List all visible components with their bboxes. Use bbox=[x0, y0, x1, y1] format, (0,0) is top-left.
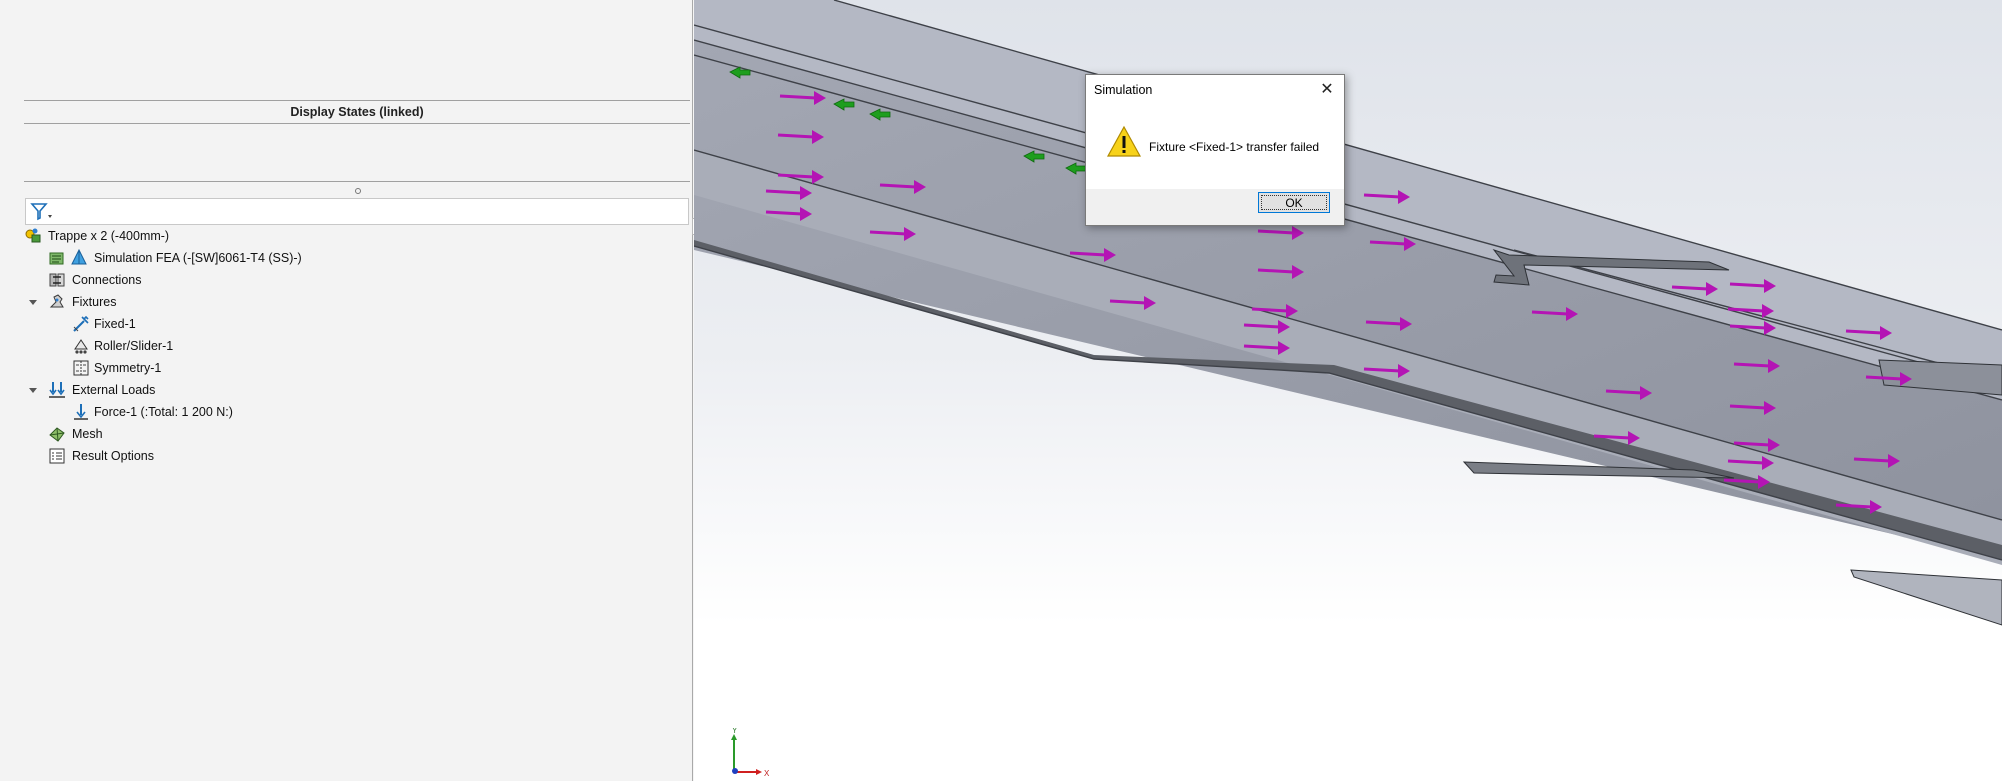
tree-item-root[interactable]: Trappe x 2 (-400mm-) bbox=[24, 226, 324, 246]
roller-slider-icon bbox=[74, 339, 88, 354]
mesh-icon bbox=[49, 427, 65, 442]
tree-filter-bar[interactable] bbox=[25, 198, 689, 225]
filter-icon[interactable] bbox=[30, 202, 54, 222]
divider bbox=[24, 181, 690, 182]
fixtures-icon bbox=[49, 294, 64, 308]
triad-y-label: Y bbox=[732, 728, 738, 735]
tree-item-force-1[interactable]: Force-1 (:Total: 1 200 N:) bbox=[72, 402, 292, 422]
dialog-title: Simulation bbox=[1094, 83, 1153, 97]
tree-item-label: Mesh bbox=[72, 427, 103, 441]
tree-item-symmetry-1[interactable]: Symmetry-1 bbox=[72, 358, 272, 378]
force-icon bbox=[74, 404, 88, 420]
divider bbox=[24, 123, 690, 124]
tree-item-result-options[interactable]: Result Options bbox=[48, 446, 248, 466]
simulation-material-icon bbox=[71, 249, 87, 265]
symmetry-icon bbox=[73, 360, 89, 376]
connections-icon bbox=[49, 273, 65, 287]
tree-item-label: External Loads bbox=[72, 383, 156, 397]
ok-button[interactable]: OK bbox=[1258, 192, 1330, 213]
external-loads-icon bbox=[49, 382, 65, 398]
tree-item-label: Trappe x 2 (-400mm-) bbox=[48, 229, 170, 243]
panel-splitter-handle[interactable] bbox=[355, 188, 361, 194]
triad-x-label: X bbox=[764, 769, 770, 778]
simulation-error-dialog: Simulation ✕ Fixture <Fixed-1> transfer … bbox=[1085, 74, 1345, 226]
dialog-body: Fixture <Fixed-1> transfer failed bbox=[1086, 105, 1344, 189]
tree-item-label: Simulation FEA (-[SW]6061-T4 (SS)-) bbox=[94, 251, 302, 265]
graphics-area[interactable]: Y X bbox=[694, 0, 2002, 781]
tree-item-external-loads[interactable]: External Loads bbox=[48, 380, 248, 400]
display-states-title: Display States (linked) bbox=[290, 105, 424, 119]
tree-item-fixed-1[interactable]: Fixed-1 bbox=[72, 314, 272, 334]
expand-toggle-external-loads[interactable] bbox=[29, 388, 37, 393]
tree-item-mesh[interactable]: Mesh bbox=[48, 424, 248, 444]
tree-item-label: Force-1 (:Total: 1 200 N:) bbox=[94, 405, 233, 419]
tree-item-label: Roller/Slider-1 bbox=[94, 339, 174, 353]
part-assembly-icon bbox=[25, 228, 41, 243]
tree-item-label: Fixtures bbox=[72, 295, 117, 309]
tree-item-label: Result Options bbox=[72, 449, 154, 463]
feature-manager-panel: Display States (linked) Trappe x 2 (-400… bbox=[0, 0, 700, 781]
close-icon[interactable]: ✕ bbox=[1316, 79, 1338, 101]
tree-item-connections[interactable]: Connections bbox=[48, 270, 248, 290]
fixed-geometry-icon bbox=[73, 315, 89, 332]
tree-item-simulation-study[interactable]: Simulation FEA (-[SW]6061-T4 (SS)-) bbox=[48, 248, 368, 268]
tree-item-roller-slider-1[interactable]: Roller/Slider-1 bbox=[72, 336, 272, 356]
model-plate bbox=[1850, 569, 2002, 626]
tree-item-label: Symmetry-1 bbox=[94, 361, 162, 375]
model-3d-view[interactable] bbox=[694, 0, 2002, 781]
dialog-message: Fixture <Fixed-1> transfer failed bbox=[1149, 140, 1320, 154]
coordinate-triad: Y X bbox=[731, 728, 770, 778]
dialog-titlebar[interactable]: Simulation ✕ bbox=[1086, 75, 1344, 105]
tree-item-label: Fixed-1 bbox=[94, 317, 136, 331]
tree-item-label: Connections bbox=[72, 273, 142, 287]
tree-item-fixtures[interactable]: Fixtures bbox=[48, 292, 248, 312]
expand-toggle-fixtures[interactable] bbox=[29, 300, 37, 305]
result-options-icon bbox=[49, 448, 65, 464]
warning-icon bbox=[1106, 125, 1142, 157]
study-icon bbox=[49, 252, 64, 265]
